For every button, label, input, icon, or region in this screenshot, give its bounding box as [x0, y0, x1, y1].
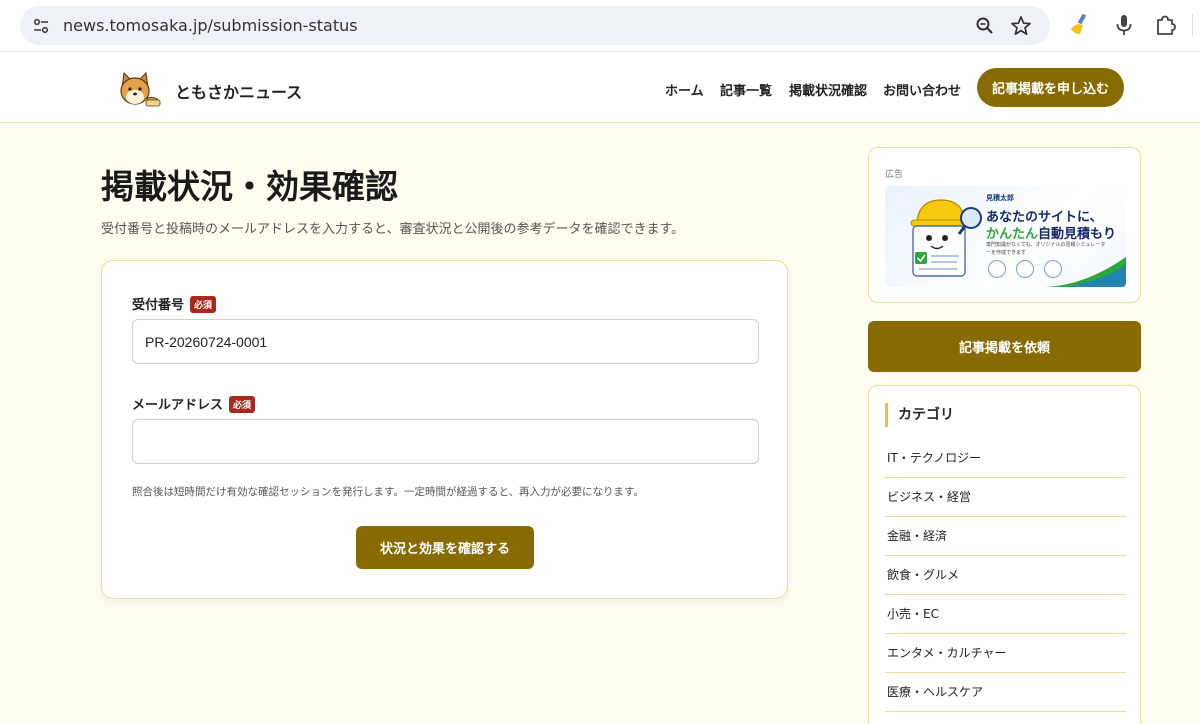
- ad-card: 広告 見積太郎 あなたのサイトに、 かんたん自動見積もり 専門知識がなくても、オ: [868, 147, 1141, 303]
- category-heading: カテゴリ: [885, 403, 954, 427]
- bookmark-star-icon[interactable]: [1010, 15, 1032, 37]
- category-item[interactable]: 飲食・グルメ: [885, 556, 1126, 595]
- category-item[interactable]: 小売・EC: [885, 595, 1126, 634]
- ad-highlight: かんたん: [986, 227, 1039, 242]
- required-badge: 必須: [190, 296, 217, 313]
- session-help-text: 照合後は短時間だけ有効な確認セッションを発行します。一定時間が経過すると、再入力…: [132, 486, 644, 498]
- category-list: カテゴリ IT・テクノロジー ビジネス・経営 金融・経済 飲食・グルメ 小売・E…: [868, 385, 1141, 724]
- zoom-icon[interactable]: [975, 16, 995, 36]
- ad-label: 広告: [885, 170, 904, 180]
- category-item[interactable]: 医療・ヘルスケア: [885, 673, 1126, 712]
- site-brand-name[interactable]: ともさかニュース: [175, 79, 302, 103]
- category-item[interactable]: ビジネス・経営: [885, 478, 1126, 517]
- toolbar-divider: [1192, 14, 1200, 36]
- ad-decorative-wave: [1046, 257, 1126, 287]
- category-item[interactable]: エンタメ・カルチャー: [885, 634, 1126, 673]
- check-status-button[interactable]: 状況と効果を確認する: [356, 526, 534, 569]
- nav-contact[interactable]: お問い合わせ: [883, 80, 961, 99]
- nav-submission-status[interactable]: 掲載状況確認: [789, 80, 867, 99]
- nav-articles[interactable]: 記事一覧: [720, 80, 772, 99]
- extensions-puzzle-icon[interactable]: [1154, 13, 1178, 37]
- ad-headline-2: かんたん自動見積もり: [986, 223, 1116, 242]
- shiba-dog-logo[interactable]: [118, 70, 164, 108]
- receipt-number-label: 受付番号: [132, 298, 185, 313]
- estimate-mascot-illustration: [910, 199, 982, 277]
- microphone-icon[interactable]: [1112, 13, 1136, 37]
- ad-feature-icon: [988, 260, 1006, 278]
- ad-banner[interactable]: 見積太郎 あなたのサイトに、 かんたん自動見積もり 専門知識がなくても、オリジナ…: [885, 186, 1126, 287]
- status-check-form: 受付番号必須 メールアドレス必須 照合後は短時間だけ有効な確認セッションを発行し…: [101, 260, 788, 599]
- browser-toolbar: news.tomosaka.jp/submission-status: [0, 0, 1200, 52]
- ad-subtext: 専門知識がなくても、オリジナルの見積シミュレーターを作成できます: [986, 242, 1106, 256]
- email-label-row: メールアドレス 必須: [132, 394, 256, 413]
- ad-headline-rest: 自動見積もり: [1038, 227, 1117, 242]
- category-item[interactable]: 金融・経済: [885, 517, 1126, 556]
- broom-extension-icon[interactable]: [1068, 13, 1092, 37]
- page-title: 掲載状況・効果確認: [101, 167, 398, 206]
- nav-home[interactable]: ホーム: [665, 80, 704, 99]
- receipt-number-input[interactable]: [132, 319, 759, 364]
- url-text[interactable]: news.tomosaka.jp/submission-status: [63, 16, 358, 35]
- request-article-button[interactable]: 記事掲載を依頼: [868, 321, 1141, 372]
- apply-article-button[interactable]: 記事掲載を申し込む: [977, 68, 1124, 107]
- site-info-icon[interactable]: [32, 17, 50, 35]
- required-badge: 必須: [229, 396, 256, 413]
- ad-brand: 見積太郎: [986, 194, 1014, 202]
- email-input[interactable]: [132, 419, 759, 464]
- address-bar[interactable]: news.tomosaka.jp/submission-status: [20, 6, 1050, 45]
- site-header: ともさかニュース ホーム 記事一覧 掲載状況確認 お問い合わせ 記事掲載を申し込…: [0, 53, 1200, 123]
- ad-feature-icon: [1016, 260, 1034, 278]
- email-label: メールアドレス: [132, 398, 224, 413]
- category-item[interactable]: IT・テクノロジー: [885, 439, 1126, 478]
- page-description: 受付番号と投稿時のメールアドレスを入力すると、審査状況と公開後の参考データを確認…: [101, 222, 685, 237]
- receipt-number-label-row: 受付番号 必須: [132, 294, 217, 313]
